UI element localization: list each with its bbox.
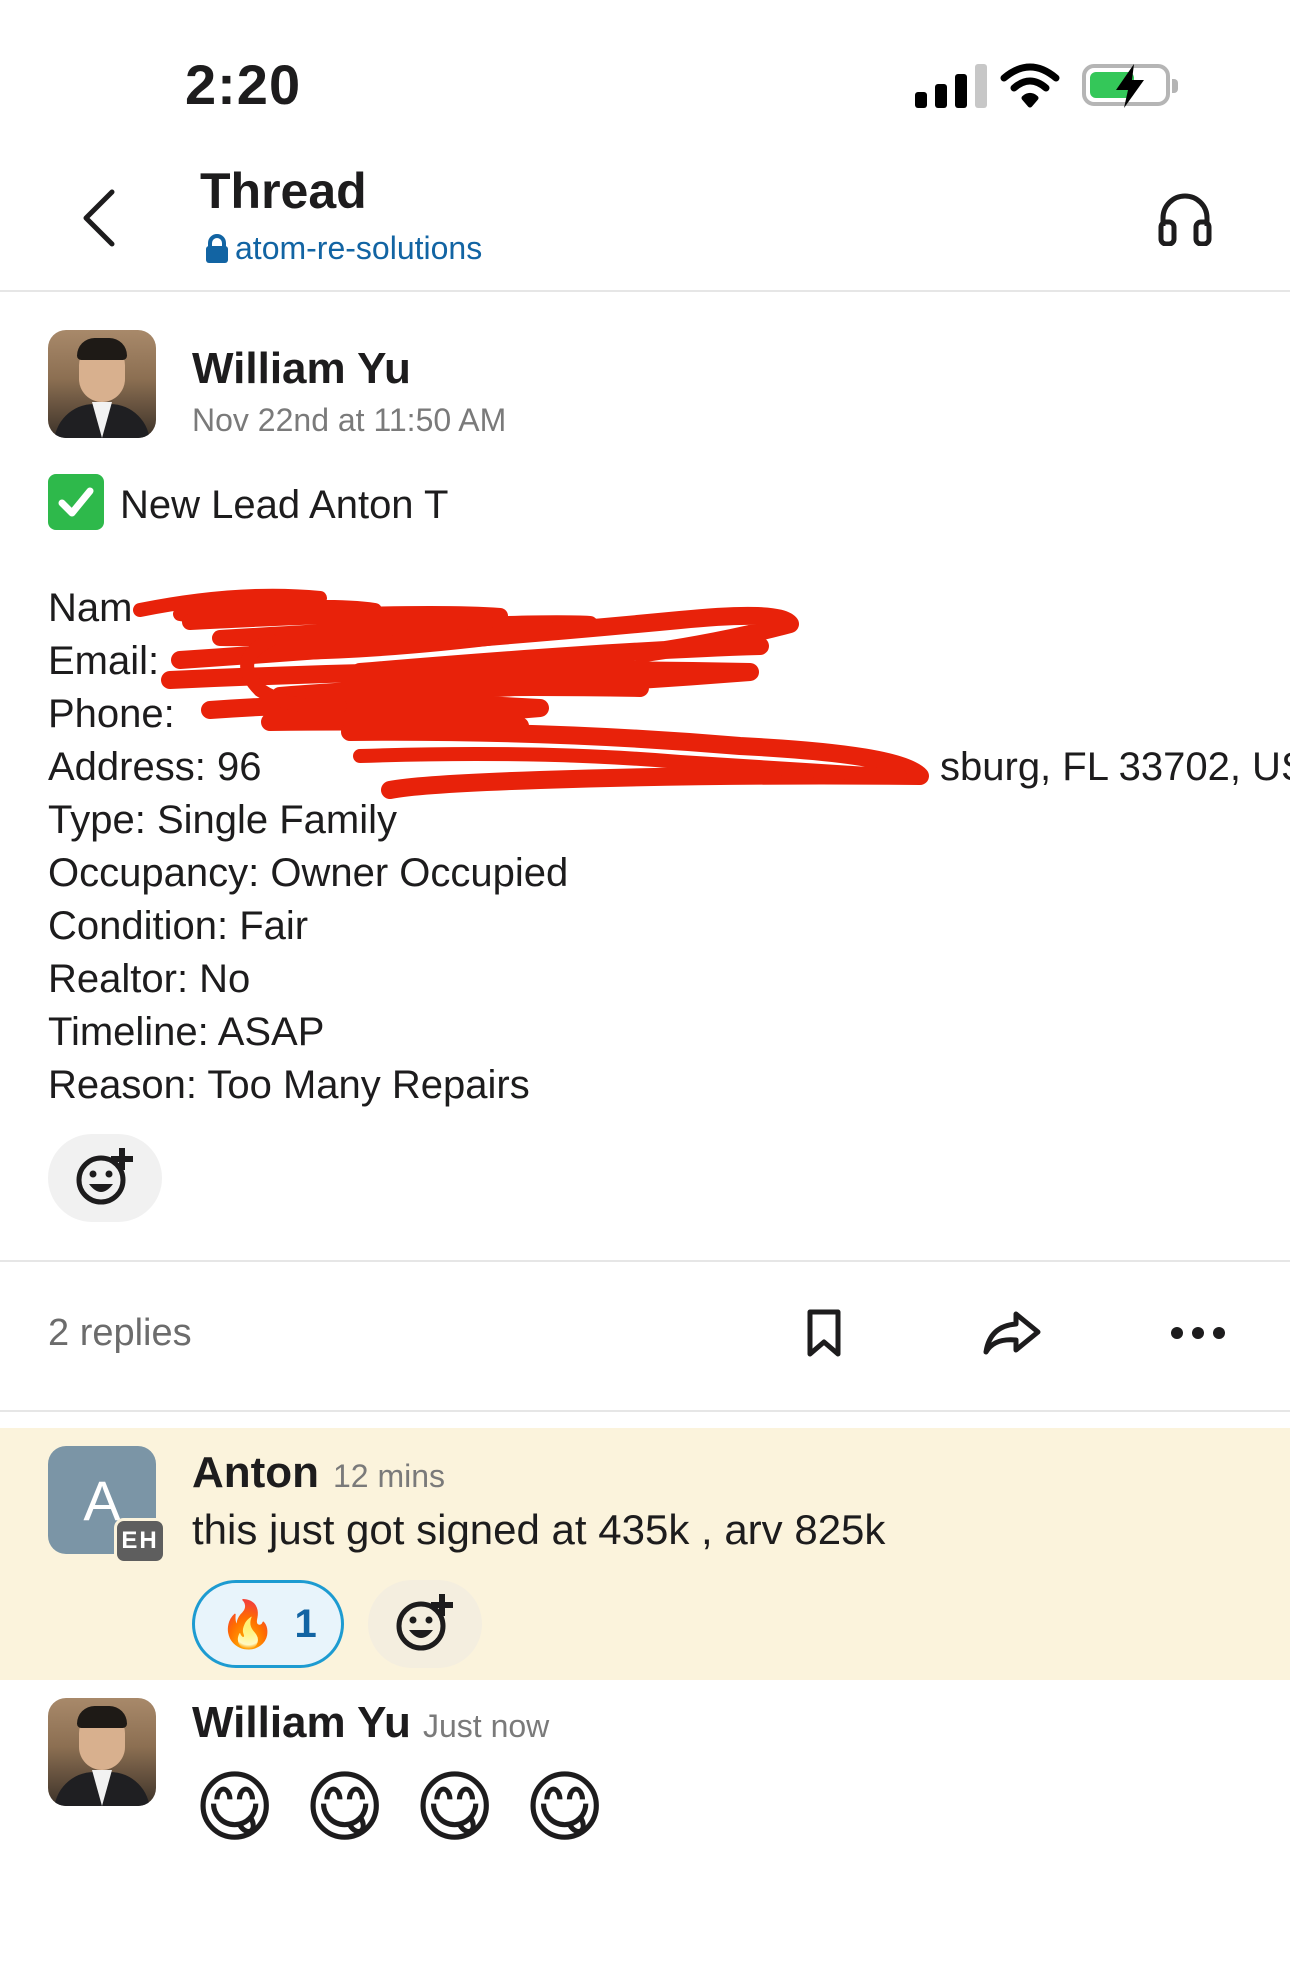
add-reaction-button[interactable] (48, 1134, 162, 1222)
status-time: 2:20 (185, 53, 302, 116)
reply-count: 2 replies (48, 1312, 192, 1354)
message-timestamp: Nov 22nd at 11:50 AM (192, 402, 507, 438)
lead-timeline-line: Timeline: ASAP (48, 1010, 325, 1054)
avatar[interactable] (48, 1698, 156, 1806)
channel-name: atom-re-solutions (235, 230, 483, 266)
reply-author[interactable]: William Yu (192, 1698, 411, 1748)
reply-text: this just got signed at 435k , arv 825k (192, 1506, 886, 1553)
reaction-count: 1 (294, 1601, 317, 1646)
channel-link[interactable]: atom-re-solutions (205, 230, 482, 267)
lead-occupancy-line: Occupancy: Owner Occupied (48, 851, 569, 895)
wifi-icon (1000, 63, 1060, 108)
share-arrow-icon[interactable] (982, 1310, 1042, 1356)
battery-icon (1082, 64, 1178, 108)
reply-author[interactable]: Anton (192, 1448, 319, 1498)
add-emoji-icon (76, 1148, 133, 1205)
message-headline: New Lead Anton T (48, 474, 448, 531)
yum-emoji: 😋 (194, 1763, 276, 1851)
lead-address-end: sburg, FL 33702, USA (940, 745, 1290, 789)
yum-emoji: 😋 (414, 1763, 496, 1851)
page-title: Thread (200, 163, 367, 219)
check-mark-icon (48, 474, 104, 530)
bookmark-icon[interactable] (806, 1308, 842, 1358)
reply-time: Just now (423, 1708, 550, 1744)
headphones-icon[interactable] (1158, 190, 1212, 246)
lead-reason-line: Reason: Too Many Repairs (48, 1063, 530, 1107)
add-reaction-button[interactable] (368, 1580, 482, 1668)
status-bar: 2:20 (0, 0, 1290, 150)
cellular-signal-icon (915, 62, 987, 108)
reply-time: 12 mins (333, 1458, 446, 1494)
org-badge: EH (114, 1518, 166, 1564)
fire-reaction-pill[interactable]: 🔥 1 (192, 1580, 344, 1668)
lead-realtor-line: Realtor: No (48, 957, 251, 1001)
redaction-scribble (133, 588, 929, 799)
fire-emoji: 🔥 (219, 1597, 277, 1650)
more-options-icon[interactable] (1170, 1326, 1226, 1340)
message-divider (0, 1260, 1290, 1262)
header-divider (0, 290, 1290, 292)
actions-divider (0, 1410, 1290, 1412)
avatar[interactable] (48, 330, 156, 438)
back-chevron-icon[interactable] (76, 188, 124, 248)
add-emoji-icon (396, 1594, 453, 1651)
yum-emoji: 😋 (304, 1763, 386, 1851)
lock-icon (206, 233, 228, 263)
lead-condition-line: Condition: Fair (48, 904, 309, 948)
yum-emoji: 😋 (524, 1763, 606, 1851)
message-author[interactable]: William Yu (192, 344, 411, 394)
